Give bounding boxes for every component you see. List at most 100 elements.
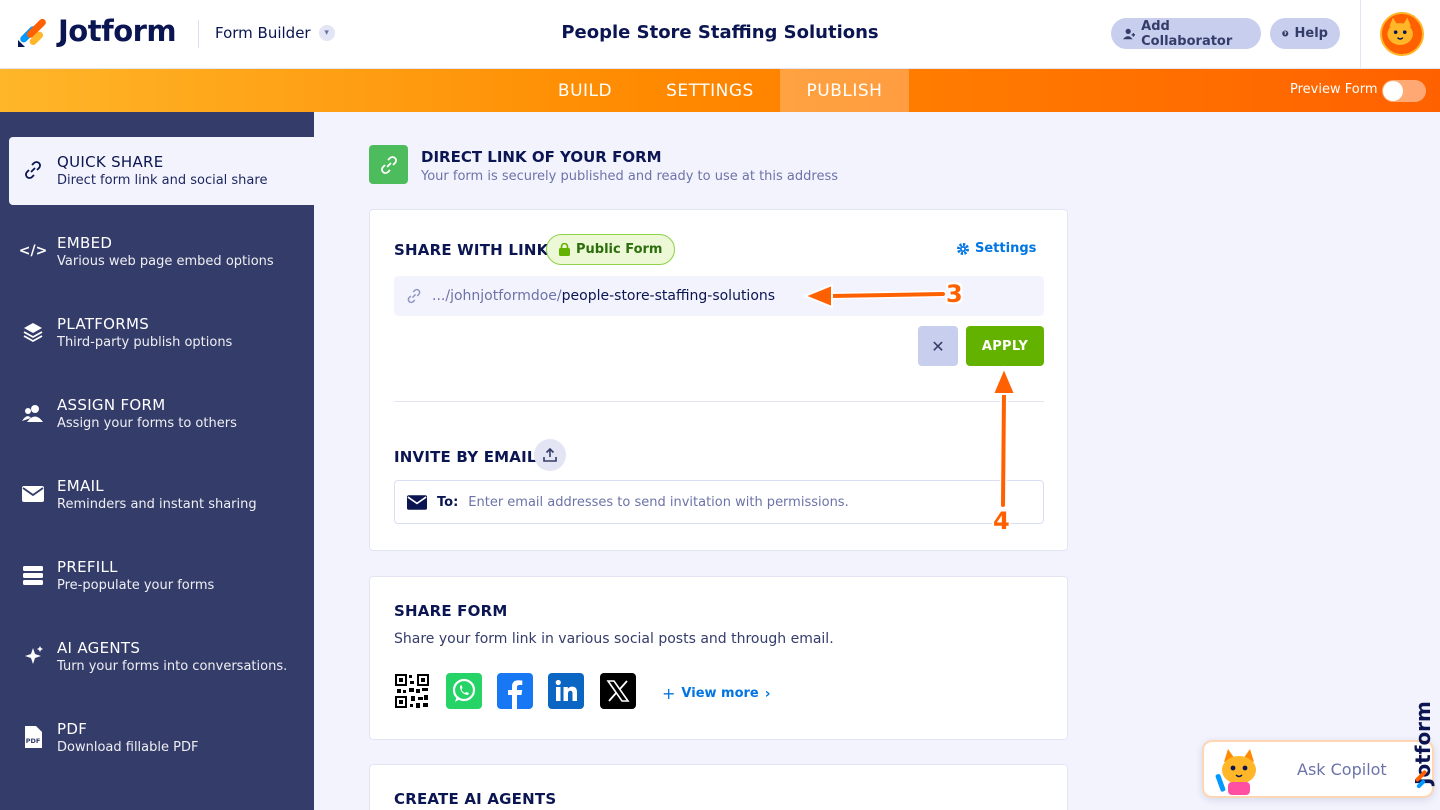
help-label: Help: [1294, 26, 1328, 41]
invite-email-input[interactable]: To: Enter email addresses to send invita…: [394, 480, 1044, 524]
settings-label: Settings: [975, 241, 1037, 256]
x-icon[interactable]: [600, 673, 636, 709]
sidebar-item-ai-agents[interactable]: AI AGENTS Turn your forms into conversat…: [9, 623, 314, 691]
sidebar-item-title: ASSIGN FORM: [57, 396, 166, 414]
help-button[interactable]: ? Help: [1270, 18, 1340, 49]
top-bar: Jotform Form Builder ▾ People Store Staf…: [0, 0, 1440, 69]
tab-publish[interactable]: PUBLISH: [780, 69, 909, 112]
tab-settings[interactable]: SETTINGS: [650, 69, 770, 112]
sidebar-item-title: AI AGENTS: [57, 639, 141, 657]
sidebar-item-pdf[interactable]: PDF PDF Download fillable PDF: [9, 704, 314, 772]
url-prefix: .../johnjotformdoe/: [432, 288, 562, 304]
cat-avatar-icon: [1382, 14, 1419, 51]
ask-copilot-label: Ask Copilot: [1297, 760, 1387, 779]
lock-icon: [559, 243, 570, 256]
preview-form-toggle[interactable]: [1382, 80, 1426, 102]
preview-form-label: Preview Form: [1290, 82, 1378, 97]
direct-link-title: DIRECT LINK OF YOUR FORM: [421, 148, 662, 166]
form-title[interactable]: People Store Staffing Solutions: [561, 22, 878, 43]
tab-build[interactable]: BUILD: [540, 69, 630, 112]
users-icon: [22, 402, 44, 424]
sidebar-item-title: PREFILL: [57, 558, 118, 576]
whatsapp-icon[interactable]: [446, 673, 482, 709]
sidebar-item-subtitle: Pre-populate your forms: [57, 578, 215, 593]
public-form-label: Public Form: [576, 242, 663, 257]
share-settings-link[interactable]: Settings: [956, 241, 1036, 256]
toggle-knob: [1383, 81, 1403, 101]
linkedin-icon[interactable]: [548, 673, 584, 709]
sidebar-item-title: QUICK SHARE: [57, 153, 164, 171]
sidebar-item-subtitle: Various web page embed options: [57, 254, 274, 269]
sidebar-item-subtitle: Turn your forms into conversations.: [57, 659, 288, 674]
layers-icon: [22, 321, 44, 343]
sidebar-item-subtitle: Reminders and instant sharing: [57, 497, 257, 512]
chevron-down-icon: ▾: [318, 25, 335, 41]
envelope-icon: [407, 494, 427, 510]
svg-text:PDF: PDF: [26, 737, 41, 745]
sidebar-item-assign-form[interactable]: ASSIGN FORM Assign your forms to others: [9, 380, 314, 448]
copilot-cat-icon: [1215, 749, 1256, 795]
link-icon: [407, 288, 421, 304]
prefill-icon: [22, 564, 44, 586]
share-form-title: SHARE FORM: [394, 602, 508, 620]
qr-code-icon[interactable]: [394, 673, 430, 709]
view-more-label: View more: [681, 686, 759, 701]
upload-icon[interactable]: [534, 439, 566, 471]
add-collaborator-button[interactable]: Add Collaborator: [1111, 18, 1261, 49]
add-collaborator-label: Add Collaborator: [1141, 18, 1233, 49]
step-3-label: 3: [946, 280, 963, 308]
pdf-icon: PDF: [22, 726, 44, 748]
sidebar-item-embed[interactable]: </> EMBED Various web page embed options: [9, 218, 314, 286]
step-4-label: 4: [993, 507, 1010, 535]
share-link-card: SHARE WITH LINK Public Form Settings ...…: [369, 209, 1068, 551]
cancel-button[interactable]: ✕: [918, 326, 958, 366]
sparkle-icon: [22, 645, 44, 667]
brand-name: Jotform: [58, 14, 177, 48]
header-divider-right: [1360, 0, 1361, 69]
sidebar-item-title: EMAIL: [57, 477, 104, 495]
avatar[interactable]: [1380, 12, 1424, 56]
direct-link-icon: [369, 145, 408, 184]
form-builder-dropdown[interactable]: Form Builder ▾: [215, 24, 335, 42]
sidebar-item-quick-share[interactable]: QUICK SHARE Direct form link and social …: [9, 137, 314, 205]
svg-text:?: ?: [1284, 31, 1287, 37]
create-ai-agents-card: CREATE AI AGENTS: [369, 764, 1068, 810]
to-label: To:: [437, 494, 459, 510]
create-ai-agents-title: CREATE AI AGENTS: [394, 790, 557, 808]
url-slug[interactable]: people-store-staffing-solutions: [562, 288, 775, 304]
sidebar-item-platforms[interactable]: PLATFORMS Third-party publish options: [9, 299, 314, 367]
sidebar-item-subtitle: Third-party publish options: [57, 335, 233, 350]
header-divider: [198, 20, 199, 48]
invite-by-email-title: INVITE BY EMAIL: [394, 448, 537, 466]
gear-icon: [957, 242, 969, 255]
facebook-icon[interactable]: [497, 673, 533, 709]
code-icon: </>: [18, 243, 48, 259]
jotform-vertical-logo-icon: Jotform: [1411, 701, 1435, 789]
form-builder-label: Form Builder: [215, 24, 311, 42]
sidebar-item-title: EMBED: [57, 234, 113, 252]
ask-copilot-button[interactable]: Ask Copilot: [1202, 740, 1434, 798]
link-icon: [22, 159, 44, 181]
envelope-icon: [22, 483, 44, 505]
sidebar-item-subtitle: Download fillable PDF: [57, 740, 199, 755]
chevron-right-icon: ›: [764, 685, 771, 702]
sidebar-item-prefill[interactable]: PREFILL Pre-populate your forms: [9, 542, 314, 610]
section-divider: [394, 401, 1044, 402]
publish-sidebar: QUICK SHARE Direct form link and social …: [0, 112, 314, 810]
share-with-link-title: SHARE WITH LINK: [394, 241, 549, 259]
plus-icon: +: [662, 684, 676, 703]
jotform-logo[interactable]: Jotform: [16, 14, 177, 48]
apply-button[interactable]: APPLY: [966, 326, 1044, 366]
share-form-card: SHARE FORM Share your form link in vario…: [369, 576, 1068, 740]
public-form-badge[interactable]: Public Form: [546, 234, 676, 265]
direct-link-subtitle: Your form is securely published and read…: [421, 169, 838, 184]
sidebar-item-title: PDF: [57, 720, 88, 738]
help-icon: ?: [1282, 30, 1289, 37]
sidebar-item-subtitle: Assign your forms to others: [57, 416, 237, 431]
jotform-logo-icon: [18, 18, 46, 47]
publish-nav-bar: BUILD SETTINGS PUBLISH Preview Form: [0, 69, 1440, 112]
sidebar-item-title: PLATFORMS: [57, 315, 150, 333]
share-form-subtitle: Share your form link in various social p…: [394, 631, 834, 647]
view-more-link[interactable]: + View more ›: [662, 684, 771, 703]
sidebar-item-email[interactable]: EMAIL Reminders and instant sharing: [9, 461, 314, 529]
